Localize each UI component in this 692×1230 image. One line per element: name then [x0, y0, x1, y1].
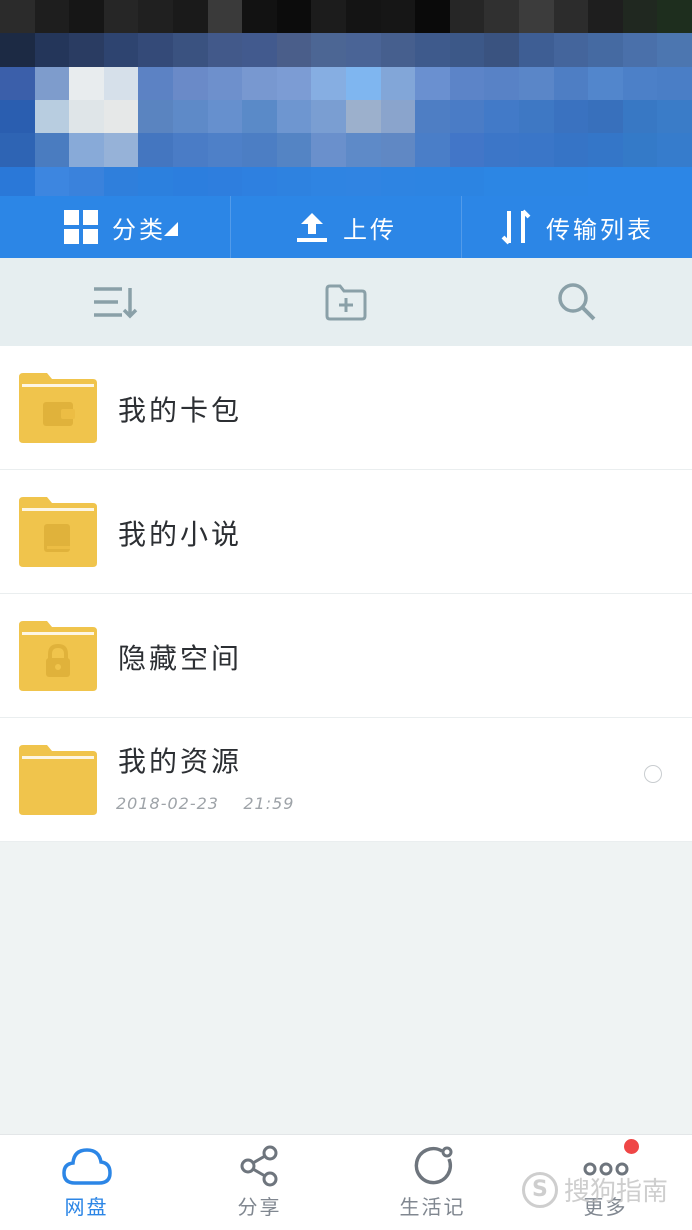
item-name: 我的小说: [118, 518, 243, 551]
transfer-label: 传输列表: [546, 215, 654, 244]
nav-cloud-disk[interactable]: 网盘: [0, 1135, 173, 1230]
app-root: 分类 上传 传输列表 我的卡包 我的小说 隐藏空间 我的资源 2018-02-2…: [0, 0, 692, 1230]
file-toolbar: [0, 258, 692, 346]
item-name: 隐藏空间: [118, 642, 243, 675]
folder-icon: [19, 497, 97, 567]
watermark: S 搜狗指南: [521, 1171, 668, 1208]
upload-icon: [297, 213, 327, 242]
search-button[interactable]: [461, 258, 692, 346]
sort-button[interactable]: [0, 258, 231, 346]
cloud-icon: [61, 1148, 112, 1185]
folder-icon: [19, 745, 97, 815]
bottom-nav: 网盘 分享 生活记 更多 S 搜狗指南: [0, 1134, 692, 1230]
file-list: 我的卡包 我的小说 隐藏空间 我的资源 2018-02-23 21:59: [0, 346, 692, 842]
category-label: 分类: [112, 215, 166, 244]
grid-icon: [64, 210, 98, 244]
blurred-header: [0, 0, 692, 200]
list-item-novels[interactable]: 我的小说: [0, 470, 692, 594]
dropdown-triangle-icon: [164, 222, 178, 236]
new-folder-button[interactable]: [231, 258, 462, 346]
upload-button[interactable]: 上传: [230, 196, 461, 258]
new-folder-icon: [325, 284, 367, 321]
transfer-arrows-icon: [501, 209, 531, 245]
search-icon: [557, 283, 596, 321]
list-item-card-pack[interactable]: 我的卡包: [0, 346, 692, 470]
folder-icon: [19, 621, 97, 691]
nav-label: 分享: [237, 1195, 282, 1219]
sort-icon: [94, 287, 138, 319]
list-item-hidden-space[interactable]: 隐藏空间: [0, 594, 692, 718]
life-record-icon: [414, 1146, 452, 1185]
item-name: 我的卡包: [118, 394, 243, 427]
list-item-my-resources[interactable]: 我的资源 2018-02-23 21:59: [0, 718, 692, 842]
item-name: 我的资源: [118, 745, 243, 778]
book-icon: [44, 524, 70, 552]
nav-label: 网盘: [64, 1195, 109, 1219]
category-button[interactable]: 分类: [0, 196, 230, 258]
nav-label: 生活记: [399, 1195, 466, 1219]
nav-share[interactable]: 分享: [173, 1135, 346, 1230]
watermark-logo-icon: S: [521, 1171, 558, 1208]
item-date: 2018-02-23 21:59: [116, 794, 295, 813]
nav-life-record[interactable]: 生活记: [346, 1135, 519, 1230]
wallet-icon: [43, 402, 75, 426]
top-action-bar: 分类 上传 传输列表: [0, 196, 692, 258]
transfer-list-button[interactable]: 传输列表: [461, 196, 692, 258]
watermark-text: 搜狗指南: [563, 1177, 668, 1207]
folder-icon: [19, 373, 97, 443]
notification-badge: [624, 1139, 639, 1154]
select-radio[interactable]: [644, 765, 662, 783]
upload-label: 上传: [343, 215, 397, 244]
share-icon: [240, 1145, 277, 1187]
